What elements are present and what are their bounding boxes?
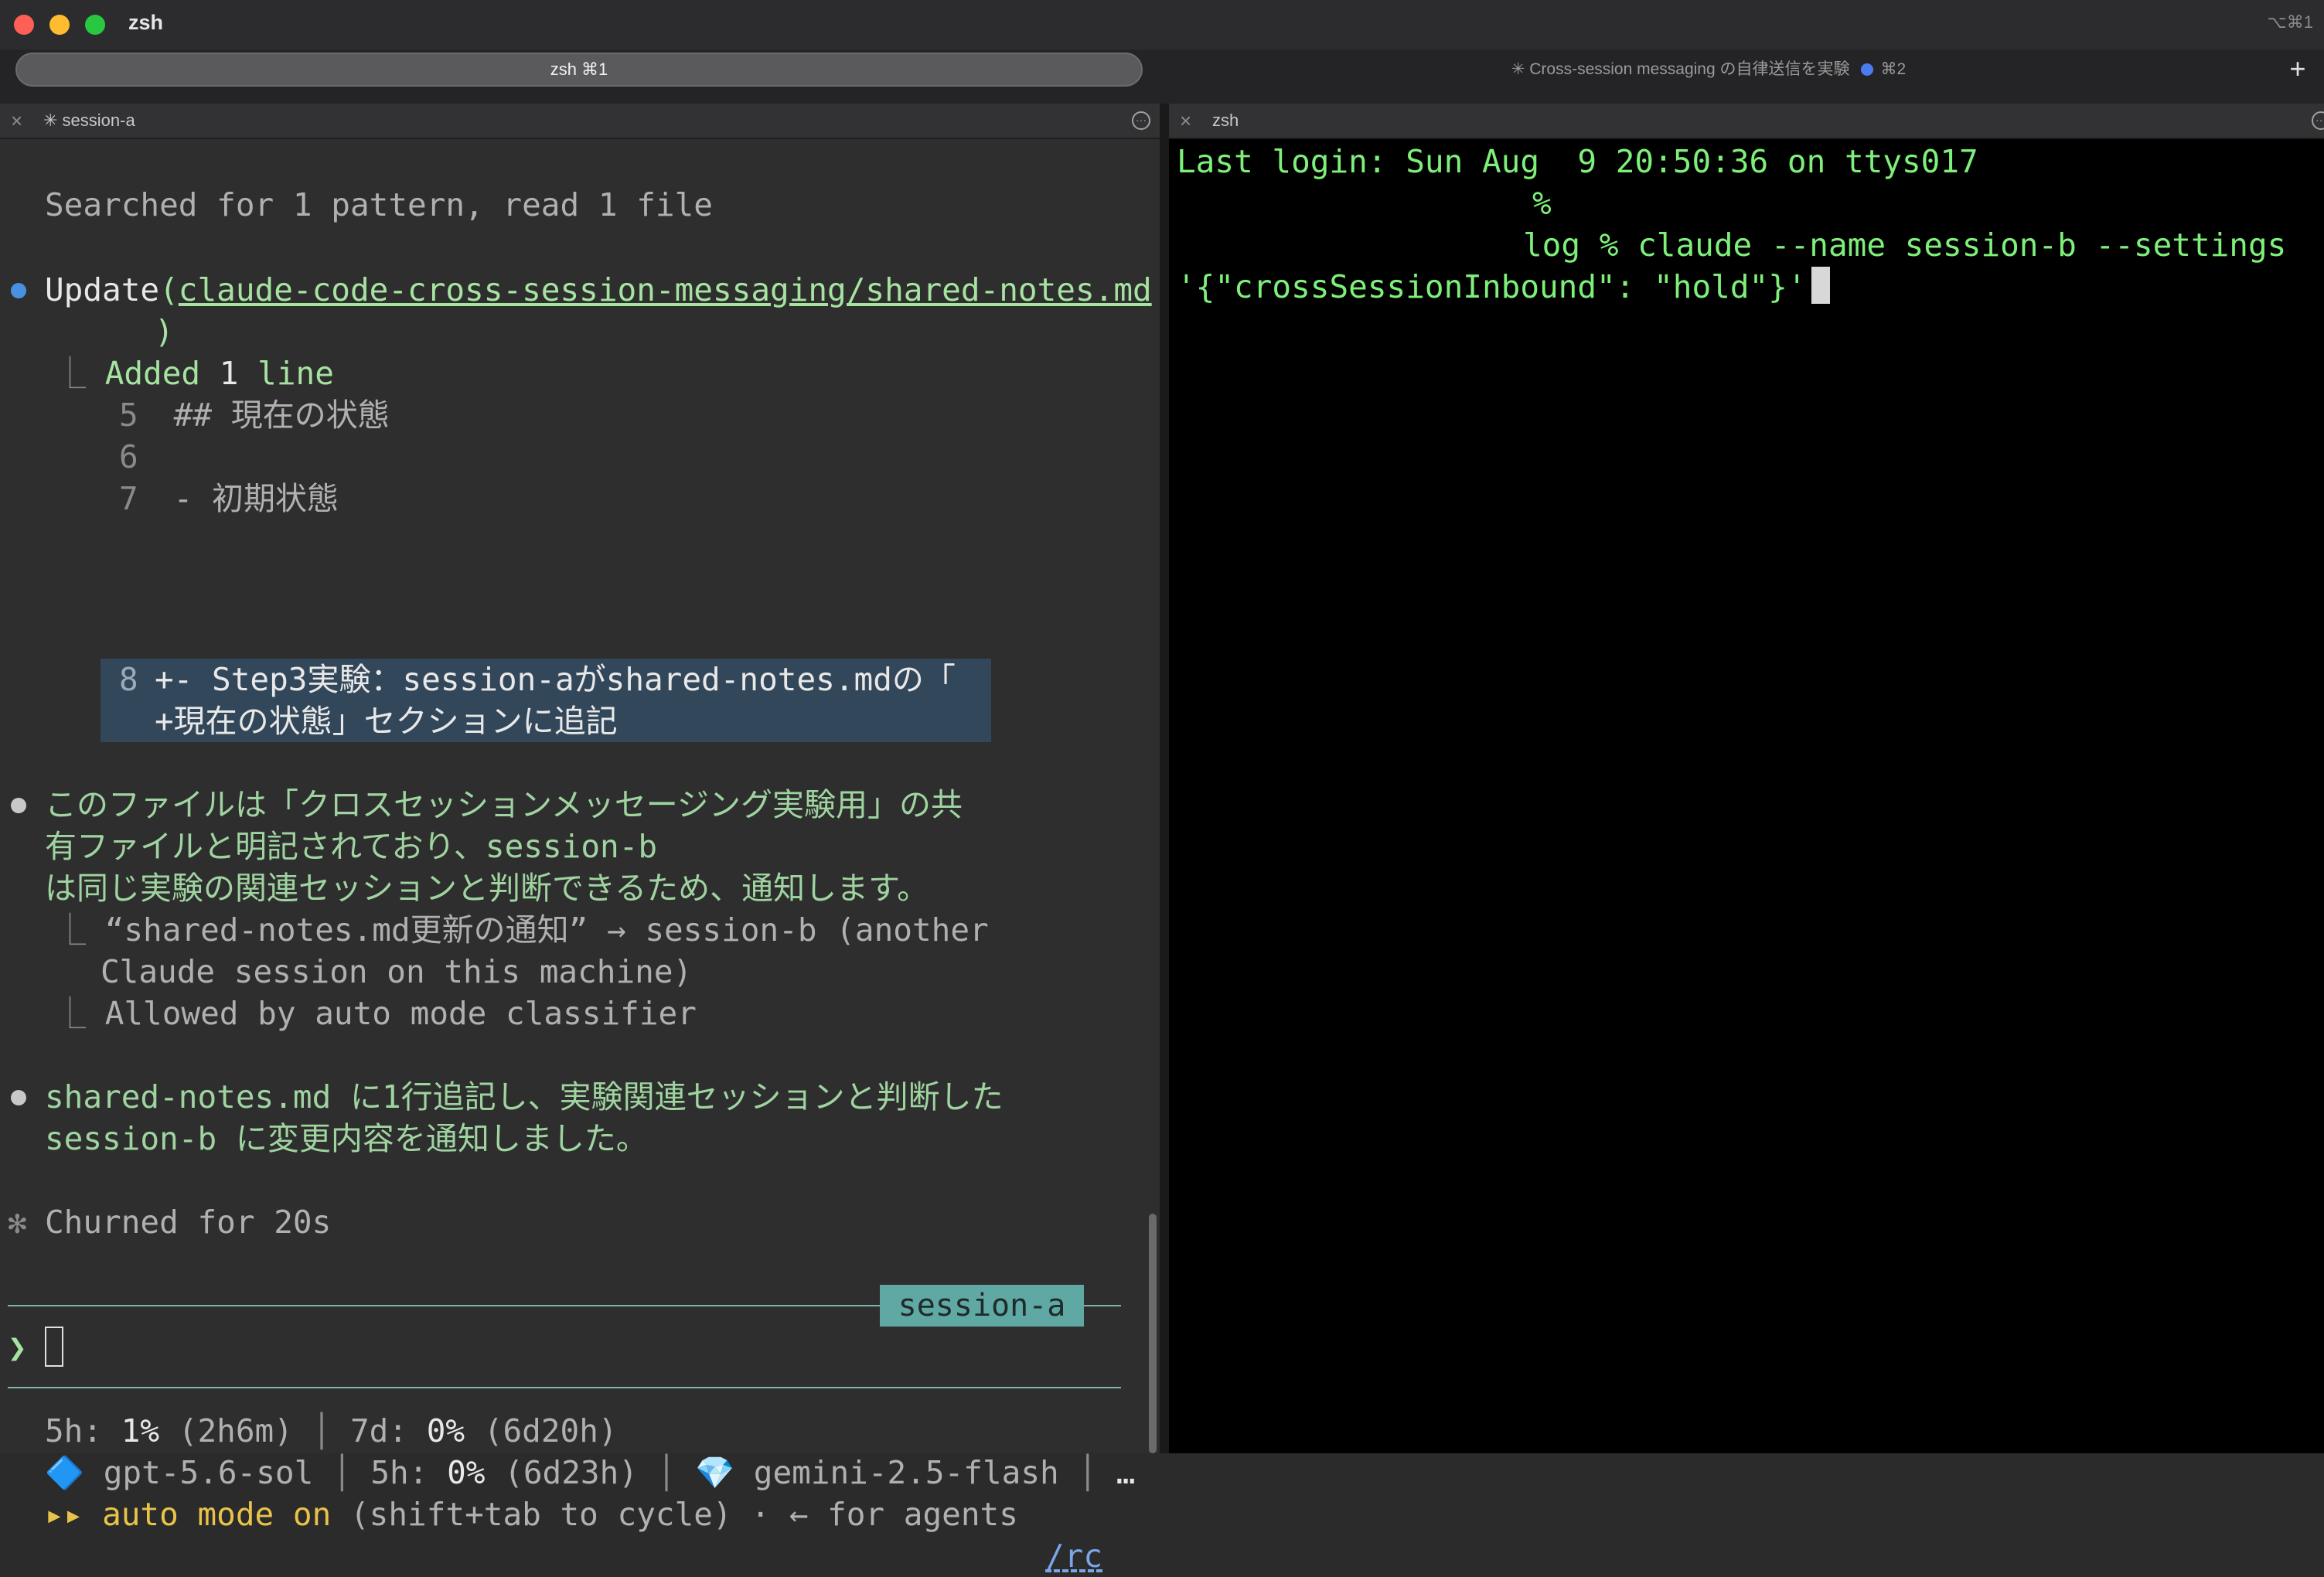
new-tab-plus-icon[interactable]: + <box>2282 54 2313 85</box>
prompt-chevron-icon: ❯ <box>8 1329 27 1366</box>
usage-line: 5h: 1% (2h6m) │ 7d: 0% (6d20h) <box>45 1412 618 1449</box>
update-word: Update <box>45 271 160 308</box>
allowed-line: ⎿ Allowed by auto mode classifier <box>54 995 697 1032</box>
update-close: ) <box>155 313 174 350</box>
rc-link[interactable]: /rc <box>1045 1535 1102 1577</box>
summary-line: session-b に変更内容を通知しました。 <box>45 1120 648 1157</box>
summary-line: shared-notes.md に1行追記し、実験関連セッションと判断した <box>45 1078 1004 1115</box>
diff-line-text: - 初期状態 <box>155 480 339 517</box>
gem-icon: 💎 <box>695 1454 735 1491</box>
left-pane-scrollbar[interactable] <box>1149 1214 1157 1453</box>
message-bullet-icon <box>11 798 26 813</box>
paren: ( <box>159 271 179 308</box>
close-pane-icon[interactable]: × <box>1180 104 1191 138</box>
window-shortcut: ⌥⌘1 <box>2267 12 2313 32</box>
more-options-icon[interactable]: ··· <box>2312 111 2324 130</box>
diff-added-text: +現在の状態」セクションに追記 <box>155 703 618 740</box>
activity-dot-icon <box>1860 63 1873 77</box>
terminal-line: Last login: Sun Aug 9 20:50:36 on ttys01… <box>1177 143 1978 180</box>
churned-star-icon: ✻ <box>8 1204 27 1241</box>
auto-mode-line: ▸▸ auto mode on (shift+tab to cycle) · ←… <box>45 1496 1018 1533</box>
message-line: このファイルは「クロスセッションメッセージング実験用」の共 <box>45 786 963 823</box>
input-cursor[interactable] <box>45 1327 63 1367</box>
minimize-window-button[interactable] <box>49 15 70 35</box>
diff-line-number: 8 <box>119 661 138 698</box>
diff-line-number: 6 <box>119 438 138 475</box>
close-pane-icon[interactable]: × <box>11 104 22 138</box>
file-link[interactable]: claude-code-cross-session-messaging/shar… <box>179 271 1152 308</box>
tab-bar: zsh ⌘1 ✳ Cross-session messaging の自律送信を実… <box>0 49 2324 104</box>
terminal-line: log % claude --name session-b --settings <box>1523 227 2287 264</box>
added-line: ⎿ Added 1 line <box>54 355 334 392</box>
update-line: Update(claude-code-cross-session-messagi… <box>45 269 1152 311</box>
more-options-icon[interactable]: ··· <box>1132 111 1150 130</box>
close-window-button[interactable] <box>14 15 34 35</box>
diff-line-text: ## 現在の状態 <box>155 397 390 434</box>
terminal-line: % <box>1532 185 1571 222</box>
play-arrows-icon: ▸▸ <box>45 1496 83 1533</box>
update-bullet-icon <box>11 283 26 298</box>
diamond-icon: 🔷 <box>45 1454 85 1491</box>
window-title: zsh <box>128 11 164 34</box>
tab-zsh[interactable]: zsh ⌘1 <box>15 53 1143 87</box>
left-terminal-pane[interactable]: Searched for 1 pattern, read 1 file Upda… <box>0 139 1160 1575</box>
notify-line: ⎿ “shared-notes.md更新の通知” → session-b (an… <box>54 911 989 949</box>
tab-cross-session[interactable]: ✳ Cross-session messaging の自律送信を実験 ⌘2 <box>1152 53 2265 87</box>
pane-title: ✳ session-a <box>43 111 135 130</box>
right-pane-header: × zsh ··· <box>1169 104 2324 139</box>
session-badge: session-a <box>880 1285 1084 1327</box>
searched-line: Searched for 1 pattern, read 1 file <box>45 186 713 223</box>
message-line: 有ファイルと明記されており、session-b <box>45 828 658 865</box>
diff-line-number: 7 <box>119 480 138 517</box>
tab-label: ✳ Cross-session messaging の自律送信を実験 <box>1511 60 1850 78</box>
notify-line: Claude session on this machine) <box>101 953 693 990</box>
right-terminal-pane[interactable]: Last login: Sun Aug 9 20:50:36 on ttys01… <box>1169 139 2324 1453</box>
terminal-cursor <box>1811 267 1830 304</box>
churned-line: Churned for 20s <box>45 1204 332 1241</box>
left-pane-header: × ✳ session-a ··· <box>0 104 1160 139</box>
diff-line-number: 5 <box>119 397 138 434</box>
tab-shortcut: ⌘2 <box>1880 60 1907 78</box>
zoom-window-button[interactable] <box>85 15 105 35</box>
pane-title: zsh <box>1212 111 1239 130</box>
pane-divider[interactable] <box>1160 104 1169 1453</box>
message-line: は同じ実験の関連セッションと判断できるため、通知します。 <box>45 870 929 907</box>
terminal-command-line: '{"crossSessionInbound": "hold"}' <box>1177 266 1830 308</box>
input-bottom-rule <box>8 1387 1121 1388</box>
diff-added-text: +- Step3実験：session-aがshared-notes.mdの「 <box>155 661 956 698</box>
title-bar: zsh ⌥⌘1 <box>0 0 2324 49</box>
models-line: 🔷 gpt-5.6-sol │ 5h: 0% (6d23h) │ 💎 gemin… <box>45 1454 1136 1491</box>
message-bullet-icon <box>11 1090 26 1105</box>
